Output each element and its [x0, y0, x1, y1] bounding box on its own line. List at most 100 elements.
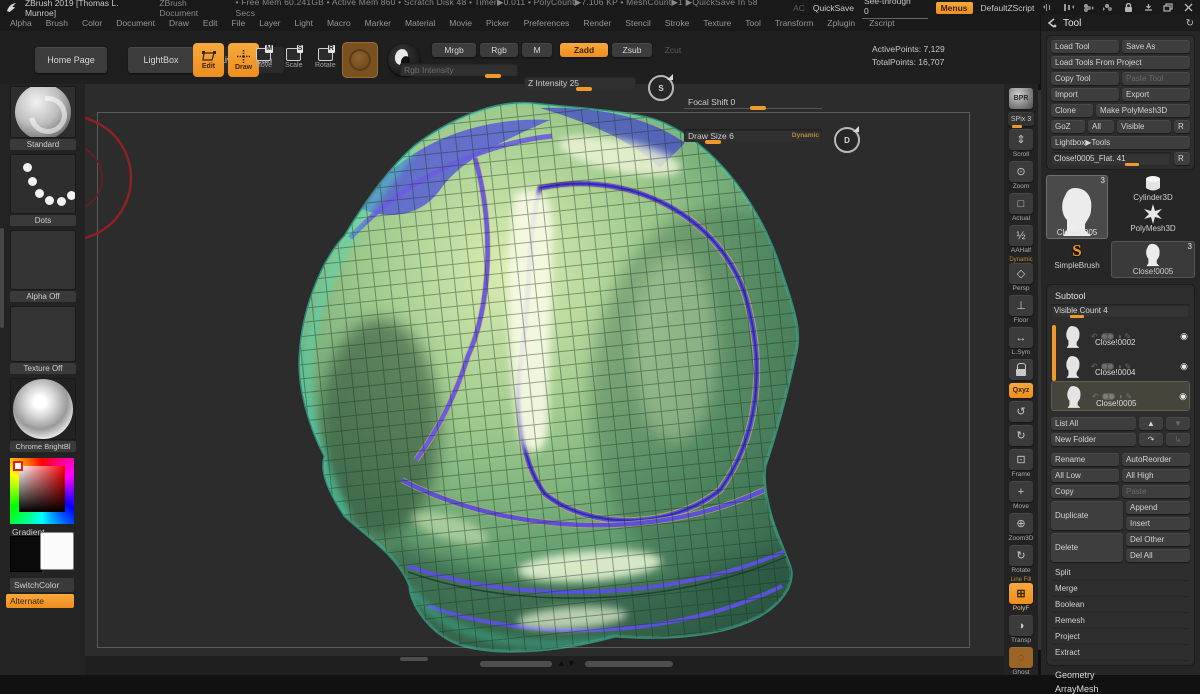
menu-item[interactable]: Stencil	[625, 18, 651, 28]
strip-button[interactable]: ↻ Rotate	[1009, 545, 1033, 574]
menu-item[interactable]: Tool	[745, 18, 761, 28]
save-as-button[interactable]: Save As	[1122, 40, 1190, 53]
texture-thumbnail[interactable]: Texture Off	[10, 306, 76, 374]
draw-size-slider[interactable]: Draw Size 6 Dynamic	[684, 129, 822, 142]
lock-icon[interactable]	[1122, 2, 1134, 13]
menu-item[interactable]: Color	[82, 18, 102, 28]
edit-button[interactable]: Edit	[193, 43, 224, 77]
minimize-icon[interactable]	[1142, 2, 1154, 13]
strip-button[interactable]: + Move	[1009, 481, 1033, 510]
panel-restore-icon[interactable]: ↻	[1186, 18, 1194, 29]
strip-button[interactable]: ⊙ Zoom	[1009, 161, 1033, 190]
autoreorder-button[interactable]: AutoReorder	[1122, 453, 1190, 466]
canvas[interactable]	[85, 84, 1004, 656]
quicksave-button[interactable]: QuickSave	[813, 3, 854, 13]
tool-thumbnail-cylinder[interactable]: Cylinder3D	[1111, 175, 1195, 202]
goz-visible-button[interactable]: Visible	[1117, 120, 1171, 133]
subtool-op-button[interactable]: Extract	[1051, 645, 1190, 661]
strip-button[interactable]	[1009, 359, 1033, 380]
zcut-button[interactable]: Zcut	[656, 43, 690, 57]
strip-button[interactable]: ½ AAHalf	[1009, 225, 1033, 254]
tray-scrollbar-right[interactable]	[585, 661, 673, 667]
rename-button[interactable]: Rename	[1051, 453, 1119, 466]
secondary-color-swatch[interactable]	[40, 532, 74, 570]
menu-item[interactable]: Picker	[486, 18, 510, 28]
subtool-op-button[interactable]: Remesh	[1051, 613, 1190, 629]
subtool-up-button[interactable]: ▲	[1139, 417, 1163, 430]
strip-button[interactable]: □ Actual	[1009, 193, 1033, 222]
brush-thumbnail[interactable]: Standard	[10, 86, 76, 150]
append-button[interactable]: Append	[1126, 501, 1190, 514]
slider-config2-icon[interactable]	[1062, 2, 1074, 13]
menu-item[interactable]: Zplugin	[827, 18, 855, 28]
strip-button[interactable]: Line Fill ⊞ PolyF	[1009, 577, 1033, 612]
strip-button[interactable]: Qxyz	[1009, 383, 1033, 398]
see-through-slider[interactable]: See-through 0	[862, 0, 928, 19]
menus-button[interactable]: Menus	[936, 2, 973, 14]
move-button[interactable]: M Move	[255, 48, 272, 69]
move-to-folder-button[interactable]: ↷	[1139, 433, 1163, 446]
draw-dial-icon[interactable]: D	[834, 127, 860, 153]
scale-button[interactable]: S Scale	[285, 48, 303, 69]
menu-item[interactable]: Movie	[449, 18, 472, 28]
strip-button[interactable]: ↻	[1009, 425, 1033, 446]
visibility-eye-icon[interactable]: ◉	[1179, 391, 1187, 402]
stroke-type-button[interactable]	[342, 42, 378, 78]
visible-count-slider[interactable]: Visible Count 4	[1051, 304, 1190, 317]
rotate-button[interactable]: R Rotate	[315, 48, 336, 69]
strip-button[interactable]: ⊕ Zoom3D	[1009, 513, 1034, 542]
copy-tool-button[interactable]: Copy Tool	[1051, 72, 1119, 85]
menu-item[interactable]: Layer	[259, 18, 280, 28]
strip-button[interactable]: ↺	[1009, 401, 1033, 422]
mrgb-button[interactable]: Mrgb	[432, 43, 476, 57]
strip-button[interactable]: ↔ L.Sym	[1009, 327, 1033, 356]
model-helmet[interactable]	[290, 98, 920, 656]
material-thumbnail[interactable]: Chrome BrightBl	[10, 378, 76, 452]
strip-button[interactable]: SPix 3	[1008, 112, 1034, 126]
menu-item[interactable]: Macro	[327, 18, 351, 28]
home-page-button[interactable]: Home Page	[35, 47, 107, 73]
rgb-intensity-slider[interactable]: Rgb Intensity	[400, 63, 518, 76]
rgb-button[interactable]: Rgb	[480, 43, 518, 57]
subtool-op-button[interactable]: Split	[1051, 565, 1190, 581]
lightbox-button[interactable]: LightBox	[128, 47, 194, 73]
del-all-button[interactable]: Del All	[1126, 549, 1190, 562]
strip-button[interactable]: Dynamic ◇ Persp	[1009, 257, 1033, 292]
strip-button[interactable]: ◑ Transp	[1009, 615, 1033, 644]
clone-button[interactable]: Clone	[1051, 104, 1093, 117]
menu-item[interactable]: Transform	[775, 18, 813, 28]
menu-item[interactable]: Zscript	[869, 18, 895, 28]
insert-button[interactable]: Insert	[1126, 517, 1190, 530]
geometry-section[interactable]: Geometry	[1055, 670, 1200, 680]
subtool-item[interactable]: ↶◑✎ ◉ Close!0002	[1051, 321, 1190, 351]
visibility-eye-icon[interactable]: ◉	[1180, 331, 1188, 342]
export-button[interactable]: Export	[1122, 88, 1190, 101]
menu-item[interactable]: Marker	[365, 18, 391, 28]
alternate-button[interactable]: Alternate	[6, 594, 74, 608]
all-low-button[interactable]: All Low	[1051, 469, 1119, 482]
subtool-op-button[interactable]: Project	[1051, 629, 1190, 645]
load-tool-button[interactable]: Load Tool	[1051, 40, 1119, 53]
menu-item[interactable]: Stroke	[665, 18, 690, 28]
menu-item[interactable]: Draw	[169, 18, 189, 28]
lightbox-tools-button[interactable]: Lightbox▶Tools	[1051, 136, 1190, 149]
zsub-button[interactable]: Zsub	[612, 43, 652, 57]
list-all-button[interactable]: List All	[1051, 417, 1136, 430]
tool-thumbnail-simplebrush[interactable]: S SimpleBrush	[1046, 241, 1108, 278]
active-tool-thumbnail[interactable]: 3 Close!0005	[1046, 175, 1108, 239]
menu-item[interactable]: Brush	[46, 18, 68, 28]
stroke-thumbnail[interactable]: Dots	[10, 154, 76, 226]
main-color-swatch[interactable]	[10, 536, 42, 572]
slider-config-icon[interactable]	[1042, 2, 1054, 13]
menu-item[interactable]: Edit	[203, 18, 218, 28]
canvas-hscrollbar[interactable]	[400, 657, 428, 661]
subtool-op-button[interactable]: Boolean	[1051, 597, 1190, 613]
all-high-button[interactable]: All High	[1122, 469, 1190, 482]
model-viewport[interactable]	[290, 98, 920, 656]
restore-icon[interactable]	[1162, 2, 1174, 13]
mesh-tool-icon[interactable]	[1082, 2, 1094, 13]
tray-toggle-arrows[interactable]: ▲▼	[557, 658, 577, 668]
menu-item[interactable]: Material	[405, 18, 435, 28]
strip-button[interactable]: ◌ Ghost	[1009, 647, 1033, 675]
menu-item[interactable]: Light	[295, 18, 313, 28]
